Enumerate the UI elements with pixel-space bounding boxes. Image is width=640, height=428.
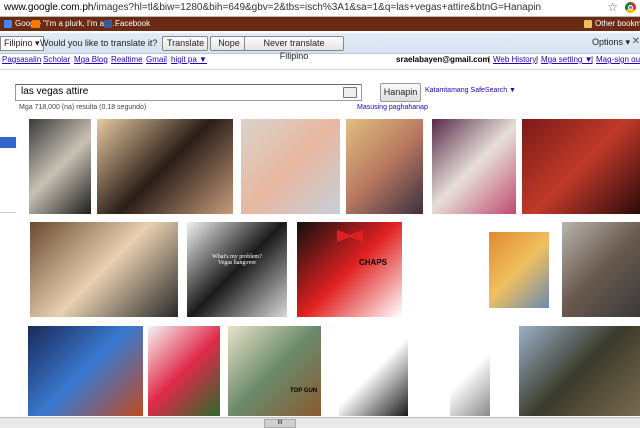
link-mga-blog[interactable]: Mga Blog — [74, 55, 108, 64]
google-favicon-icon — [4, 19, 12, 28]
close-icon[interactable]: ✕ — [632, 36, 640, 47]
translate-bar: Filipino ▾ Would you like to translate i… — [0, 33, 640, 61]
facebook-favicon-icon — [104, 19, 112, 28]
result-image-11[interactable] — [489, 232, 549, 308]
result-image-2[interactable] — [97, 119, 233, 214]
keyboard-icon[interactable] — [343, 87, 357, 98]
options-menu[interactable]: Options ▾ — [592, 37, 630, 48]
horizontal-scrollbar[interactable]: III — [0, 417, 640, 428]
divider — [0, 69, 640, 70]
google-bar: Pagsasalin Scholar Mga Blog Realtime Gma… — [0, 55, 640, 68]
link-web-history[interactable]: Web History — [493, 55, 536, 64]
translate-question: Would you like to translate it? — [40, 38, 158, 48]
topgun-text: TOP GUN — [290, 388, 318, 394]
link-gmail[interactable]: Gmail — [146, 55, 167, 64]
result-image-3[interactable] — [241, 119, 340, 214]
link-pagsasalin[interactable]: Pagsasalin — [2, 55, 41, 64]
advanced-search-link[interactable]: Masusing paghahanap — [357, 104, 428, 111]
search-query[interactable]: las vegas attire — [21, 86, 88, 97]
result-image-5[interactable] — [432, 119, 516, 214]
sidebar-divider — [0, 212, 16, 213]
safesearch-menu[interactable]: Katamtamang SafeSearch ▼ — [425, 87, 516, 94]
chaps-text: CHAPS — [359, 258, 388, 267]
link-scholar[interactable]: Scholar — [43, 55, 70, 64]
folder-icon — [584, 19, 592, 28]
bookmarks-bar: Google "I'm a plurk, I'm a pl... Faceboo… — [0, 17, 640, 31]
url-text[interactable]: www.google.com.ph/images?hl=tl&biw=1280&… — [4, 2, 541, 13]
link-realtime[interactable]: Realtime — [111, 55, 143, 64]
result-image-12[interactable] — [562, 222, 640, 317]
language-select[interactable]: Filipino ▾ — [0, 36, 44, 51]
link-higit-pa[interactable]: higit pa ▼ — [171, 55, 207, 64]
result-stats: Mga 718,000 (na) resulta (0.18 segundo) — [19, 104, 147, 111]
nope-button[interactable]: Nope — [210, 36, 248, 51]
bookmark-facebook[interactable]: Facebook — [104, 19, 150, 28]
result-image-7[interactable] — [30, 222, 178, 317]
address-bar[interactable]: www.google.com.ph/images?hl=tl&biw=1280&… — [0, 0, 640, 17]
result-image-13[interactable] — [28, 326, 143, 416]
result-image-4[interactable] — [346, 119, 423, 214]
search-button[interactable]: Hanapin — [380, 83, 421, 102]
translate-button[interactable]: Translate — [162, 36, 208, 51]
separator: | — [536, 55, 539, 64]
result-image-15[interactable]: TOP GUN — [228, 326, 321, 416]
separator: | — [488, 55, 491, 64]
separator: | — [591, 55, 594, 64]
sidebar-selected-item[interactable] — [0, 137, 16, 148]
result-image-17[interactable] — [450, 326, 490, 416]
shirt-shape — [205, 240, 269, 310]
account-email: sraelabayen@gmail.com — [396, 55, 490, 64]
other-bookmarks[interactable]: Other bookm — [584, 19, 640, 28]
result-image-9[interactable]: CHAPS — [297, 222, 402, 317]
shirt-text: What's my problem? Vegas hangover — [212, 254, 262, 266]
link-settings[interactable]: Mga setting ▼ — [541, 55, 593, 64]
result-image-16[interactable] — [339, 326, 408, 416]
never-translate-button[interactable]: Never translate Filipino — [244, 36, 344, 61]
result-image-18[interactable] — [519, 326, 640, 416]
plurk-favicon-icon — [32, 19, 40, 28]
chrome-menu-icon[interactable] — [625, 2, 636, 13]
result-image-8[interactable]: What's my problem? Vegas hangover — [187, 222, 287, 317]
result-image-14[interactable] — [148, 326, 220, 416]
result-image-1[interactable] — [29, 119, 91, 214]
result-image-6[interactable] — [522, 119, 640, 214]
result-image-10[interactable] — [414, 222, 477, 317]
bookmark-star-icon[interactable]: ☆ — [607, 0, 618, 14]
search-input[interactable]: las vegas attire — [15, 84, 362, 101]
link-sign-out[interactable]: Mag-sign out — [596, 55, 640, 64]
bow-tie-icon — [337, 230, 363, 242]
